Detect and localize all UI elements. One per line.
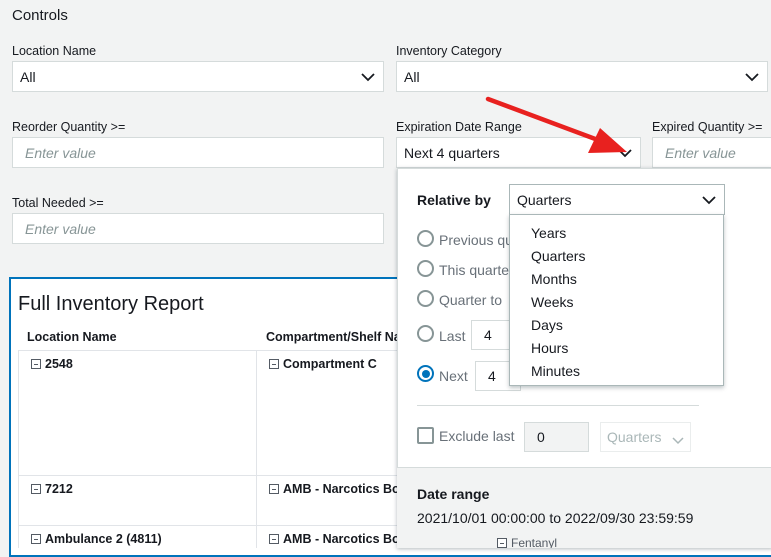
table-row[interactable]: Ambulance 2 (4811)	[31, 532, 162, 546]
annotation-arrow-icon	[485, 96, 627, 153]
table-divider	[18, 350, 19, 548]
radio-to-date[interactable]	[417, 290, 434, 307]
reorder-quantity-input[interactable]: Enter value	[12, 137, 384, 168]
dropdown-option-minutes[interactable]: Minutes	[531, 363, 580, 379]
relative-by-label: Relative by	[417, 192, 491, 208]
table-divider	[18, 350, 398, 351]
table-divider	[18, 475, 398, 476]
column-header-location-name[interactable]: Location Name	[27, 330, 117, 344]
cell-compartment: Compartment C	[283, 357, 377, 371]
exclude-count-input[interactable]: 0	[524, 422, 589, 452]
radio-last[interactable]	[417, 325, 434, 342]
reorder-quantity-label: Reorder Quantity >=	[12, 120, 126, 134]
reorder-quantity-placeholder: Enter value	[25, 144, 96, 161]
table-divider	[18, 525, 398, 526]
last-count-value: 4	[484, 327, 492, 343]
table-row[interactable]: 2548	[31, 357, 73, 371]
exclude-count-value: 0	[537, 429, 545, 445]
chevron-down-icon	[361, 71, 375, 83]
location-name-label: Location Name	[12, 44, 97, 58]
relative-by-dropdown-list: Years Quarters Months Weeks Days Hours M…	[509, 214, 724, 386]
option-to-date-label: Quarter to	[439, 292, 503, 308]
table-divider	[256, 350, 257, 548]
dropdown-option-hours[interactable]: Hours	[531, 340, 568, 356]
cell-compartment: AMB - Narcotics Box	[283, 482, 407, 496]
radio-previous[interactable]	[417, 230, 434, 247]
date-range-label: Date range	[417, 486, 490, 502]
chevron-down-icon	[672, 433, 684, 449]
next-count-value: 4	[488, 368, 496, 384]
radio-this[interactable]	[417, 260, 434, 277]
exclude-last-label: Exclude last	[439, 428, 515, 444]
expired-quantity-label: Expired Quantity >=	[652, 120, 763, 134]
table-cell[interactable]: Compartment C	[269, 357, 377, 371]
location-name-select[interactable]: All	[12, 61, 384, 92]
table-cell[interactable]: AMB - Narcotics Box	[269, 482, 407, 496]
collapse-icon[interactable]	[31, 359, 41, 369]
exclude-unit-value: Quarters	[607, 429, 662, 445]
cell-location: 7212	[45, 482, 73, 496]
controls-title: Controls	[12, 7, 68, 24]
collapse-icon[interactable]	[269, 359, 279, 369]
option-previous-label: Previous qu	[439, 232, 513, 248]
dropdown-option-days[interactable]: Days	[531, 317, 563, 333]
option-next-label: Next	[439, 368, 468, 384]
partial-cell-text: Fentanyl	[511, 536, 558, 548]
collapse-icon[interactable]	[269, 534, 279, 544]
total-needed-placeholder: Enter value	[25, 220, 96, 237]
inventory-category-select[interactable]: All	[396, 61, 768, 92]
partial-cell: Fentanyl	[497, 536, 557, 548]
expired-quantity-placeholder: Enter value	[665, 144, 736, 161]
popover-divider	[417, 405, 699, 406]
cell-compartment: AMB - Narcotics Box	[283, 532, 407, 546]
collapse-icon[interactable]	[31, 534, 41, 544]
option-this-label: This quarte	[439, 262, 510, 278]
total-needed-input[interactable]: Enter value	[12, 213, 384, 244]
total-needed-label: Total Needed >=	[12, 196, 104, 210]
popover-footer	[397, 467, 771, 548]
report-title: Full Inventory Report	[18, 293, 204, 315]
inventory-category-value: All	[404, 68, 420, 85]
relative-by-select[interactable]: Quarters	[509, 184, 725, 215]
cell-location: Ambulance 2 (4811)	[45, 532, 162, 546]
expired-quantity-input[interactable]: Enter value	[652, 137, 771, 168]
checkbox-icon	[497, 538, 507, 548]
date-range-value: 2021/10/01 00:00:00 to 2022/09/30 23:59:…	[417, 510, 694, 526]
table-cell[interactable]: AMB - Narcotics Box	[269, 532, 407, 546]
cell-location: 2548	[45, 357, 73, 371]
chevron-down-icon	[702, 194, 716, 206]
dropdown-option-weeks[interactable]: Weeks	[531, 294, 574, 310]
exclude-last-checkbox[interactable]	[417, 427, 434, 444]
option-last-label: Last	[439, 328, 466, 344]
dropdown-option-quarters[interactable]: Quarters	[531, 248, 585, 264]
inventory-category-label: Inventory Category	[396, 44, 502, 58]
exclude-unit-select[interactable]: Quarters	[600, 422, 691, 452]
collapse-icon[interactable]	[269, 484, 279, 494]
dropdown-option-months[interactable]: Months	[531, 271, 577, 287]
relative-by-value: Quarters	[517, 191, 572, 208]
collapse-icon[interactable]	[31, 484, 41, 494]
chevron-down-icon	[745, 71, 759, 83]
dropdown-option-years[interactable]: Years	[531, 225, 566, 241]
table-row[interactable]: 7212	[31, 482, 73, 496]
radio-next[interactable]	[417, 365, 434, 382]
column-header-compartment[interactable]: Compartment/Shelf Na	[266, 330, 401, 344]
location-name-value: All	[20, 68, 36, 85]
